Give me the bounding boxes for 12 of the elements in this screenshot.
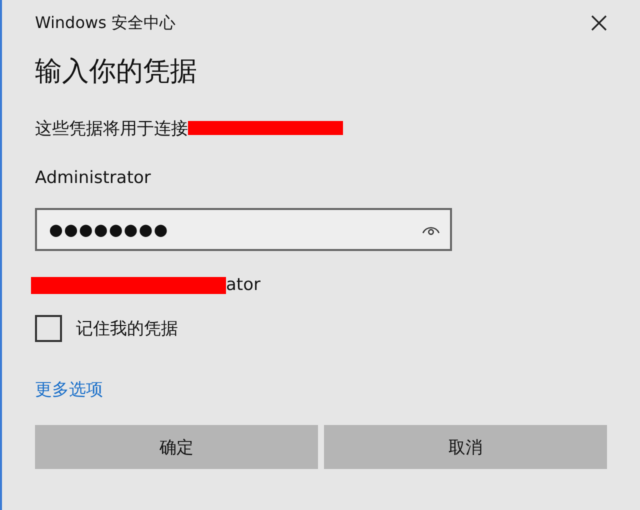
username-text: Administrator [35,167,152,190]
more-options-link[interactable]: 更多选项 [35,378,103,401]
window-title: Windows 安全中心 [35,12,176,34]
close-icon[interactable] [591,15,607,31]
checkbox-label: 记住我的凭据 [76,318,178,340]
password-field[interactable]: ●●●●●●●● [35,208,452,251]
remember-checkbox[interactable] [35,315,62,342]
dialog-button[interactable]: 确定 [35,425,318,469]
domain-user-text: ator [226,275,260,295]
dialog-button[interactable]: 取消 [324,425,607,469]
dialog-heading: 输入你的凭据 [35,55,198,89]
connect-text: 这些凭据将用于连接 [35,118,188,140]
